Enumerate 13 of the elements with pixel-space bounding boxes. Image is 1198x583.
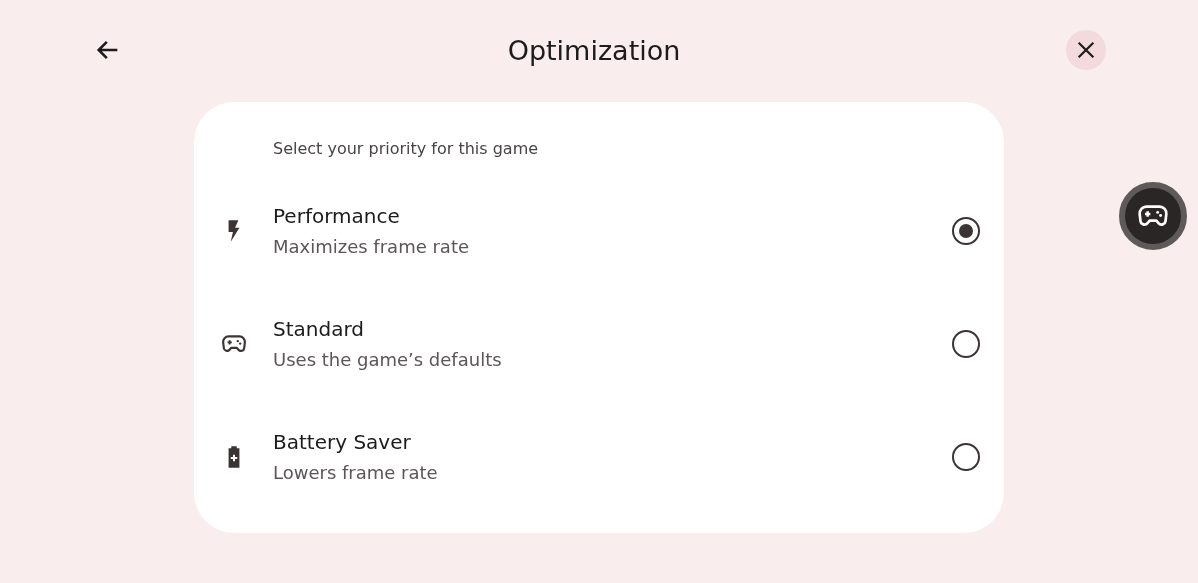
option-title: Performance bbox=[273, 204, 401, 228]
close-button[interactable] bbox=[1066, 30, 1106, 70]
card-heading: Select your priority for this game bbox=[272, 138, 540, 160]
option-description: Maximizes frame rate bbox=[273, 236, 471, 257]
option-title: Standard bbox=[273, 317, 365, 341]
option-description: Uses the game’s defaults bbox=[273, 349, 503, 370]
radio-button[interactable] bbox=[952, 442, 980, 471]
radio-button[interactable] bbox=[952, 216, 980, 245]
close-icon bbox=[1075, 39, 1097, 61]
page-title: Optimization bbox=[507, 34, 681, 66]
option-description: Lowers frame rate bbox=[273, 462, 439, 483]
radio-button[interactable] bbox=[952, 329, 980, 358]
option-title: Battery Saver bbox=[273, 430, 412, 454]
